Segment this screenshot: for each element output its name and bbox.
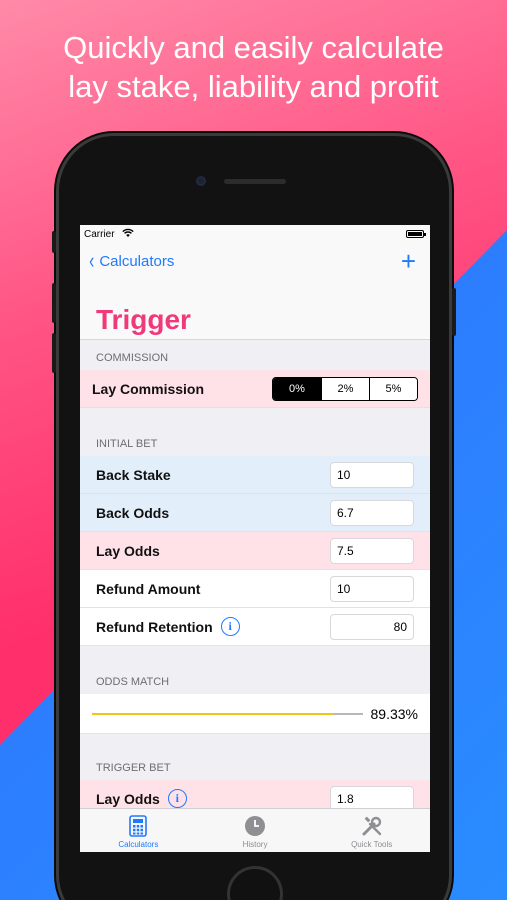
back-odds-input[interactable]: 6.7: [330, 499, 414, 526]
odds-match-bar: [92, 712, 363, 715]
section-header-commission: COMMISSION: [96, 352, 169, 364]
tab-calculators[interactable]: Calculators: [80, 809, 197, 852]
clock-icon: [243, 814, 267, 838]
info-icon[interactable]: i: [220, 617, 240, 636]
trigger-lay-odds-label: Lay Odds: [96, 790, 160, 807]
lay-odds-input[interactable]: 7.5: [330, 537, 414, 564]
chevron-left-icon: ‹: [89, 248, 95, 273]
lay-commission-label: Lay Commission: [92, 380, 205, 397]
add-button[interactable]: +: [401, 247, 416, 275]
headline-line-2: lay stake, liability and profit: [68, 69, 439, 104]
commission-option-2[interactable]: 2%: [321, 377, 369, 400]
commission-segmented-control[interactable]: 0% 2% 5%: [272, 376, 418, 401]
back-odds-label: Back Odds: [96, 504, 170, 521]
refund-retention-label: Refund Retention: [96, 618, 213, 635]
odds-match-value: 89.33%: [370, 705, 418, 722]
back-button-label: Calculators: [99, 252, 175, 270]
section-header-initial-bet: INITIAL BET: [96, 438, 158, 450]
power-button: [452, 288, 456, 336]
tab-quick-tools[interactable]: Quick Tools: [313, 809, 430, 852]
volume-up-button: [52, 283, 56, 323]
commission-option-0[interactable]: 0%: [273, 377, 321, 400]
page-title: Trigger: [96, 304, 191, 335]
navigation-bar: ‹ Calculators + Trigger: [80, 245, 430, 340]
battery-icon: [406, 230, 426, 238]
section-header-trigger-bet: TRIGGER BET: [96, 762, 171, 774]
tab-bar: Calculators History Quick Tools: [80, 808, 430, 852]
back-button[interactable]: ‹ Calculators: [88, 248, 175, 273]
wifi-icon: [122, 228, 134, 241]
tab-history-label: History: [242, 840, 268, 849]
carrier-label: Carrier: [84, 229, 115, 240]
info-icon[interactable]: i: [167, 789, 187, 808]
earpiece-speaker: [224, 179, 286, 184]
calculator-icon: [126, 814, 150, 838]
app-screen: Carrier ‹ Calculators + Trigger COMMISSI…: [80, 225, 430, 852]
refund-amount-input[interactable]: 10: [330, 575, 414, 602]
home-button: [227, 866, 283, 900]
headline-line-1: Quickly and easily calculate: [63, 30, 444, 65]
lay-odds-row: Lay Odds 7.5: [80, 532, 430, 570]
back-stake-label: Back Stake: [96, 466, 171, 483]
odds-match-row: 89.33%: [80, 694, 430, 734]
refund-retention-input[interactable]: 80: [330, 613, 414, 640]
back-odds-row: Back Odds 6.7: [80, 494, 430, 532]
tools-icon: [360, 814, 384, 838]
refund-retention-row: Refund Retention i 80: [80, 608, 430, 646]
commission-option-5[interactable]: 5%: [369, 377, 417, 400]
mute-switch: [52, 231, 56, 253]
refund-amount-row: Refund Amount 10: [80, 570, 430, 608]
section-header-odds-match: ODDS MATCH: [96, 676, 170, 688]
status-bar: Carrier: [80, 225, 430, 245]
back-stake-input[interactable]: 10: [330, 461, 414, 488]
tab-history[interactable]: History: [197, 809, 314, 852]
volume-down-button: [52, 333, 56, 373]
promo-headline: Quickly and easily calculate lay stake, …: [0, 28, 507, 106]
odds-match-bar-fill: [92, 712, 334, 715]
refund-retention-label-group: Refund Retention i: [96, 617, 240, 636]
lay-commission-row: Lay Commission 0% 2% 5%: [80, 370, 430, 408]
front-camera: [196, 176, 206, 186]
tab-calculators-label: Calculators: [118, 840, 159, 849]
trigger-lay-odds-label-group: Lay Odds i: [96, 789, 187, 808]
refund-amount-label: Refund Amount: [96, 580, 201, 597]
lay-odds-label: Lay Odds: [96, 542, 160, 559]
tab-quick-tools-label: Quick Tools: [351, 840, 393, 849]
back-stake-row: Back Stake 10: [80, 456, 430, 494]
